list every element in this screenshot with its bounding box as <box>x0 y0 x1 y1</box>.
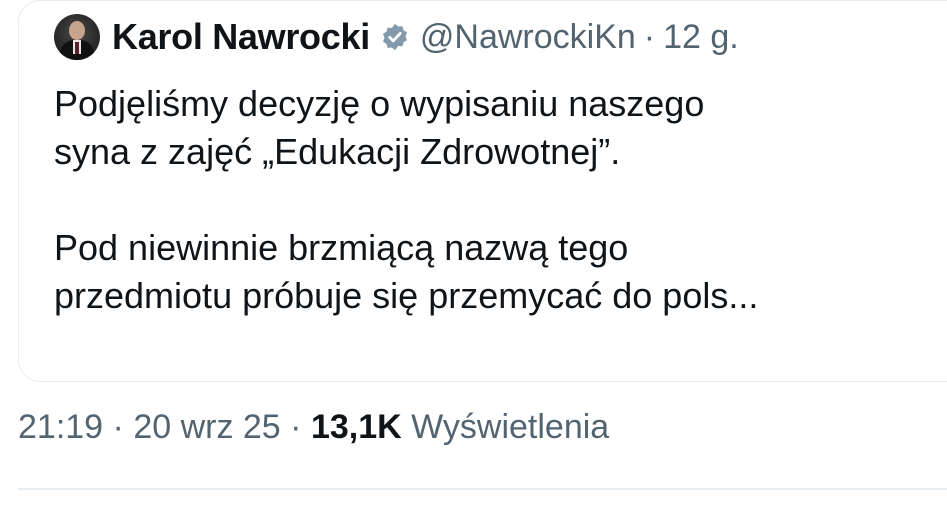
author-name[interactable]: Karol Nawrocki <box>112 16 370 58</box>
tweet-paragraph-2: Pod niewinnie brzmiącą nazwą tego przedm… <box>54 227 759 316</box>
divider <box>18 488 947 490</box>
tweet-paragraph-1: Podjęliśmy decyzję o wypisaniu naszego s… <box>54 83 705 172</box>
separator-dot: · <box>643 17 656 56</box>
post-age[interactable]: 12 g. <box>663 18 739 57</box>
views-count[interactable]: 13,1K <box>311 408 402 446</box>
tweet-metadata: 21:19 · 20 wrz 25 · 13,1K Wyświetlenia <box>18 408 609 447</box>
quoted-tweet-text[interactable]: Podjęliśmy decyzję o wypisaniu naszego s… <box>54 80 934 320</box>
author-handle[interactable]: @NawrockiKn <box>420 18 636 57</box>
quoted-tweet-header: Karol Nawrocki @NawrockiKn · 12 g. <box>54 14 739 60</box>
meta-separator: · <box>103 408 134 446</box>
post-time[interactable]: 21:19 <box>18 408 103 446</box>
avatar[interactable] <box>54 14 100 60</box>
views-label[interactable]: Wyświetlenia <box>402 408 609 446</box>
verified-badge-icon <box>382 23 407 51</box>
post-date[interactable]: 20 wrz 25 <box>133 408 280 446</box>
meta-separator: · <box>280 408 311 446</box>
